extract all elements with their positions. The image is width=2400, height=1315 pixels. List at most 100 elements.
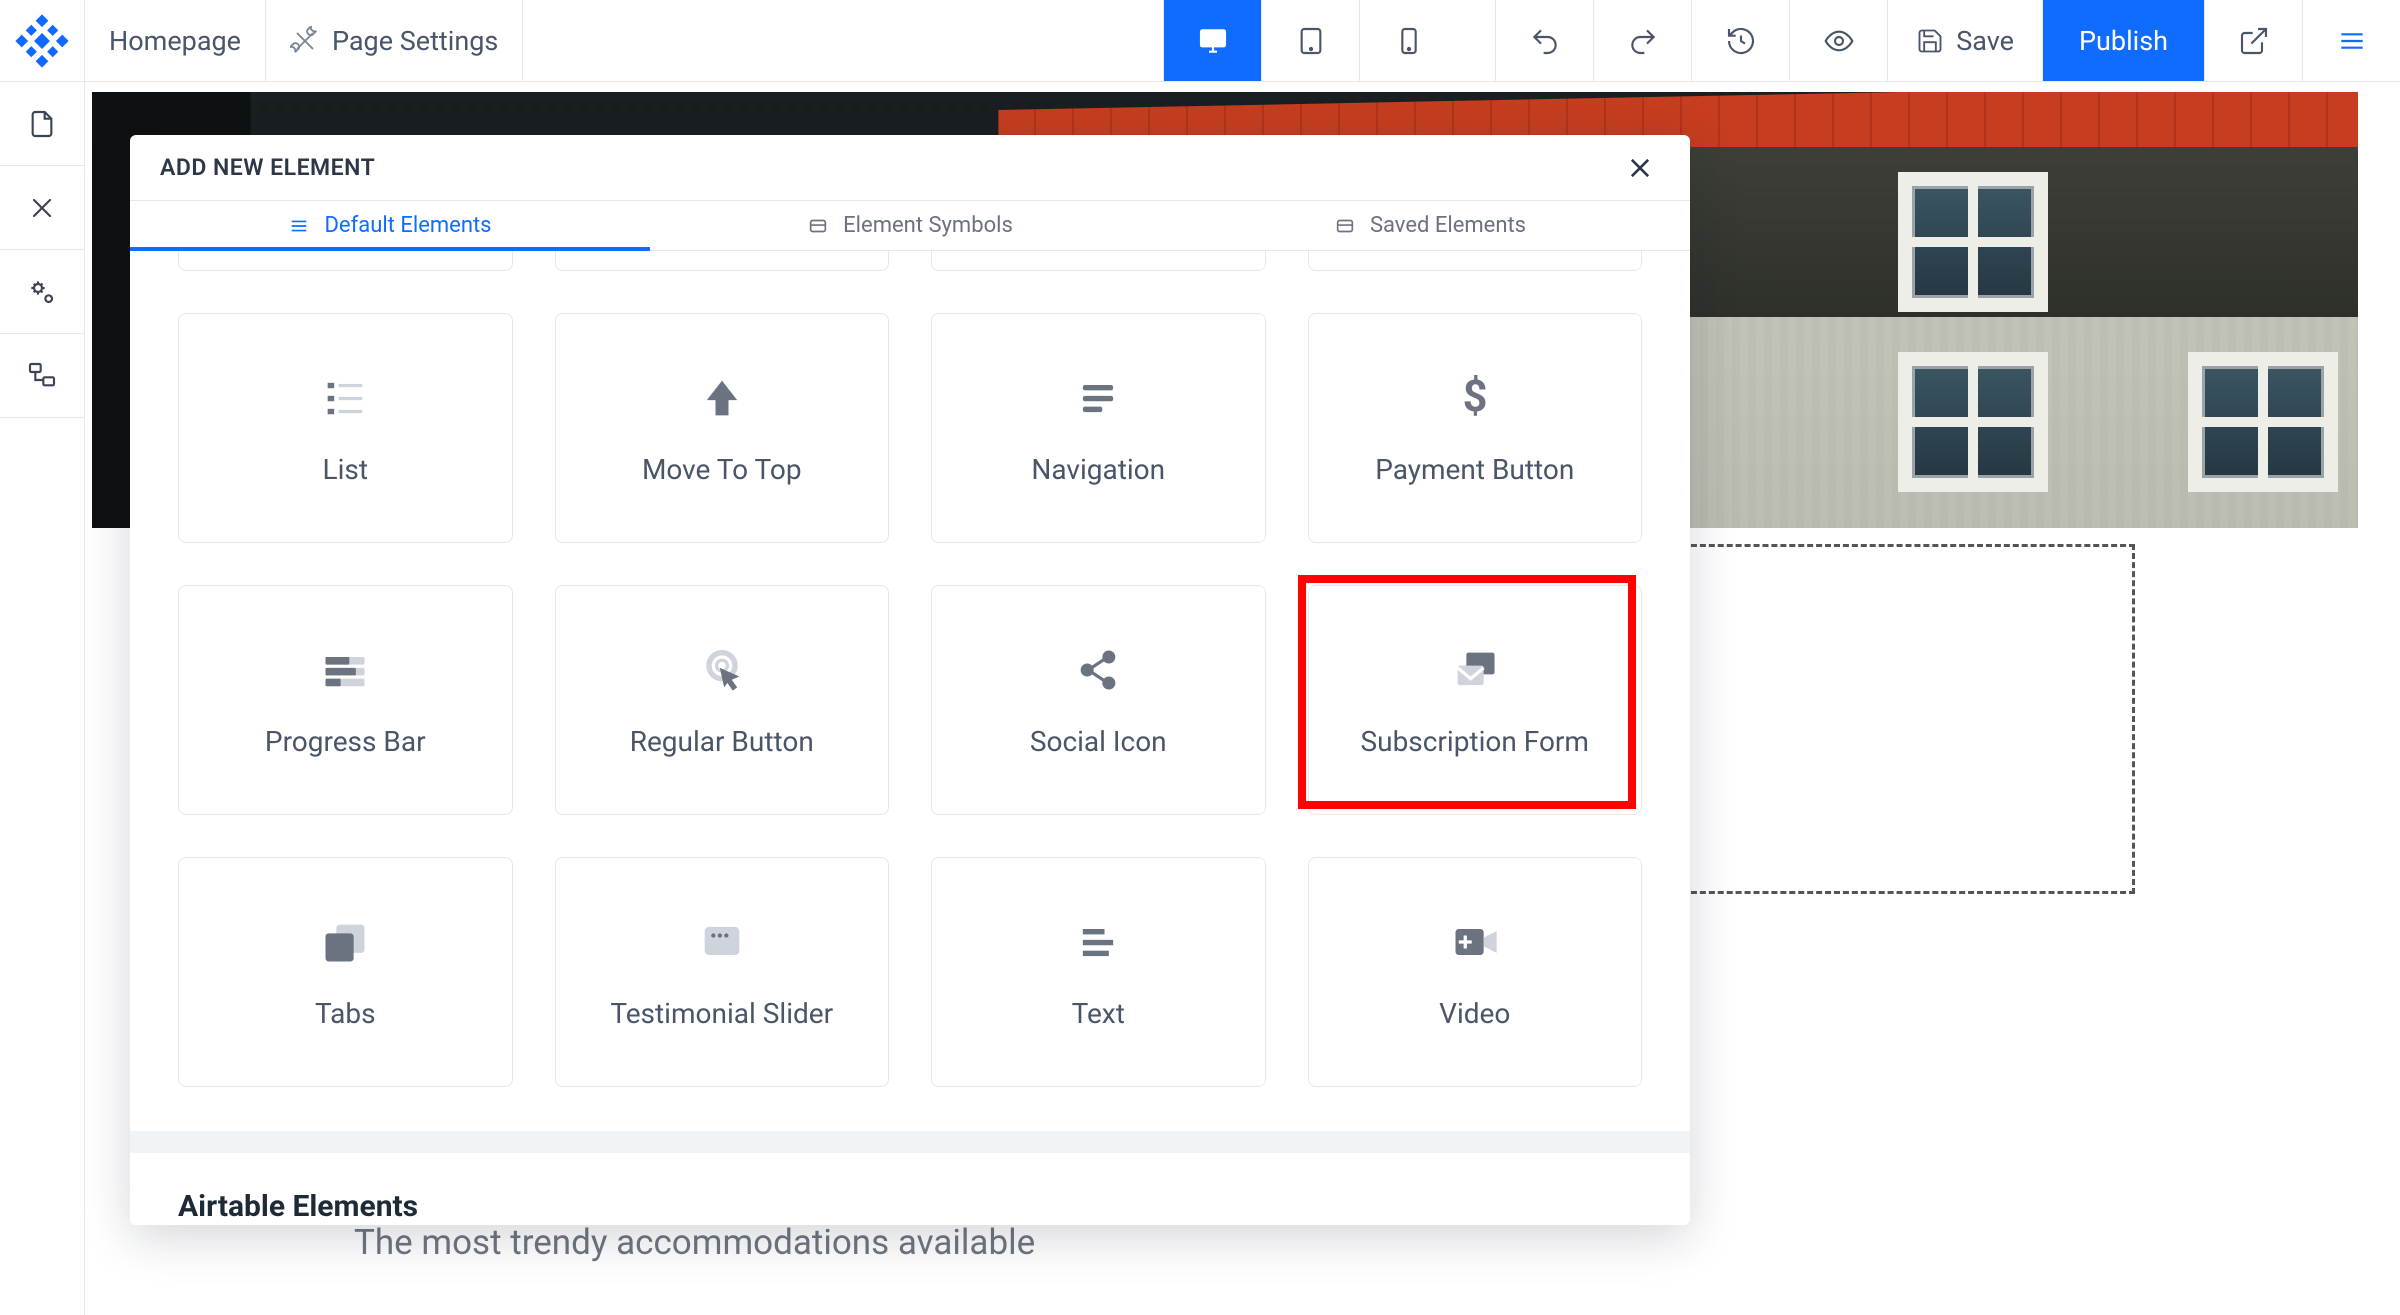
tab-saved-elements[interactable]: Saved Elements — [1170, 201, 1690, 250]
elements-tree-icon — [26, 360, 58, 392]
element-label: Payment Button — [1375, 453, 1574, 486]
element-label: Subscription Form — [1361, 725, 1589, 758]
element-card-social-icon[interactable]: Social Icon — [931, 585, 1266, 815]
sidebar-design[interactable] — [0, 166, 84, 250]
hamburger-icon — [2336, 25, 2368, 57]
external-link-icon — [2238, 25, 2270, 57]
element-card-progress-bar[interactable]: Progress Bar — [178, 585, 513, 815]
symbol-icon — [807, 215, 829, 237]
device-mobile-button[interactable] — [1359, 0, 1457, 81]
element-label: Testimonial Slider — [610, 997, 833, 1030]
element-card-payment-button[interactable]: $ Payment Button — [1308, 313, 1643, 543]
gears-icon — [26, 276, 58, 308]
element-card-image[interactable]: Image — [178, 251, 513, 271]
device-tablet-button[interactable] — [1261, 0, 1359, 81]
redo-button[interactable] — [1593, 0, 1691, 81]
modal-title: ADD NEW ELEMENT — [160, 154, 375, 181]
design-icon — [26, 192, 58, 224]
preview-button[interactable] — [1789, 0, 1887, 81]
mobile-icon — [1393, 25, 1425, 57]
element-label: Move To Top — [642, 453, 802, 486]
saved-icon — [1334, 215, 1356, 237]
dollar-icon: $ — [1448, 371, 1502, 425]
eye-icon — [1823, 25, 1855, 57]
sidebar-elements[interactable] — [0, 334, 84, 418]
open-external-button[interactable] — [2204, 0, 2302, 81]
menu-button[interactable] — [2302, 0, 2400, 81]
element-card-links[interactable]: Links — [1308, 251, 1643, 271]
undo-button[interactable] — [1495, 0, 1593, 81]
testimonial-icon — [695, 915, 749, 969]
click-target-icon — [695, 643, 749, 697]
app-logo[interactable] — [0, 0, 85, 81]
share-icon — [1071, 643, 1125, 697]
progress-bar-icon — [318, 643, 372, 697]
tabs-icon — [318, 915, 372, 969]
svg-text:$: $ — [1462, 372, 1487, 422]
device-desktop-button[interactable] — [1163, 0, 1261, 81]
sidebar-settings[interactable] — [0, 250, 84, 334]
save-icon — [1916, 27, 1944, 55]
publish-button[interactable]: Publish — [2042, 0, 2204, 81]
list-icon — [288, 215, 310, 237]
element-card-subscription-form[interactable]: Subscription Form — [1308, 585, 1643, 815]
homepage-link[interactable]: Homepage — [85, 0, 266, 81]
modal-header: ADD NEW ELEMENT — [130, 135, 1690, 201]
tab-default-elements[interactable]: Default Elements — [130, 201, 650, 250]
redo-icon — [1627, 25, 1659, 57]
element-label: List — [323, 453, 369, 486]
list-element-icon — [318, 371, 372, 425]
section-divider — [130, 1131, 1690, 1153]
tab-symbols-label: Element Symbols — [843, 213, 1013, 238]
subscription-form-icon — [1448, 643, 1502, 697]
drop-target-zone[interactable] — [1682, 544, 2135, 894]
element-label: Navigation — [1031, 453, 1165, 486]
tab-saved-label: Saved Elements — [1370, 213, 1526, 238]
video-icon — [1448, 915, 1502, 969]
tab-default-label: Default Elements — [324, 213, 491, 238]
history-button[interactable] — [1691, 0, 1789, 81]
tab-element-symbols[interactable]: Element Symbols — [650, 201, 1170, 250]
page-settings-link[interactable]: Page Settings — [266, 0, 523, 81]
element-card-move-to-top[interactable]: Move To Top — [555, 313, 890, 543]
close-icon — [1626, 154, 1654, 182]
text-icon — [1071, 915, 1125, 969]
logo-icon — [15, 14, 69, 68]
homepage-label: Homepage — [109, 25, 241, 57]
element-card-regular-button[interactable]: Regular Button — [555, 585, 890, 815]
section-title-airtable: Airtable Elements — [130, 1153, 1690, 1225]
modal-body: Image Image Gallery Image Slider Links L… — [130, 251, 1690, 1225]
undo-icon — [1529, 25, 1561, 57]
modal-close-button[interactable] — [1620, 148, 1660, 188]
left-sidebar — [0, 82, 85, 1315]
page-subtitle: The most trendy accommodations available — [354, 1222, 1035, 1263]
element-card-video[interactable]: Video — [1308, 857, 1643, 1087]
save-button[interactable]: Save — [1887, 0, 2042, 81]
publish-label: Publish — [2079, 25, 2168, 57]
desktop-icon — [1197, 25, 1229, 57]
arrow-up-icon — [695, 371, 749, 425]
history-icon — [1725, 25, 1757, 57]
element-card-testimonial-slider[interactable]: Testimonial Slider — [555, 857, 890, 1087]
modal-tabs: Default Elements Element Symbols Saved E… — [130, 201, 1690, 251]
element-label: Tabs — [315, 997, 376, 1030]
element-label: Video — [1439, 997, 1510, 1030]
element-card-image-gallery[interactable]: Image Gallery — [555, 251, 890, 271]
navigation-icon — [1071, 371, 1125, 425]
save-label: Save — [1956, 25, 2014, 57]
page-settings-label: Page Settings — [332, 25, 498, 57]
elements-grid: Image Image Gallery Image Slider Links L… — [130, 251, 1690, 1131]
element-label: Regular Button — [630, 725, 814, 758]
element-label: Social Icon — [1030, 725, 1167, 758]
tools-icon — [290, 26, 320, 56]
element-label: Text — [1072, 997, 1125, 1030]
element-card-tabs[interactable]: Tabs — [178, 857, 513, 1087]
element-card-navigation[interactable]: Navigation — [931, 313, 1266, 543]
sidebar-pages[interactable] — [0, 82, 84, 166]
add-element-modal: ADD NEW ELEMENT Default Elements Element… — [130, 135, 1690, 1225]
element-card-image-slider[interactable]: Image Slider — [931, 251, 1266, 271]
element-label: Progress Bar — [265, 725, 426, 758]
element-card-text[interactable]: Text — [931, 857, 1266, 1087]
top-toolbar: Homepage Page Settings — [0, 0, 2400, 82]
element-card-list[interactable]: List — [178, 313, 513, 543]
